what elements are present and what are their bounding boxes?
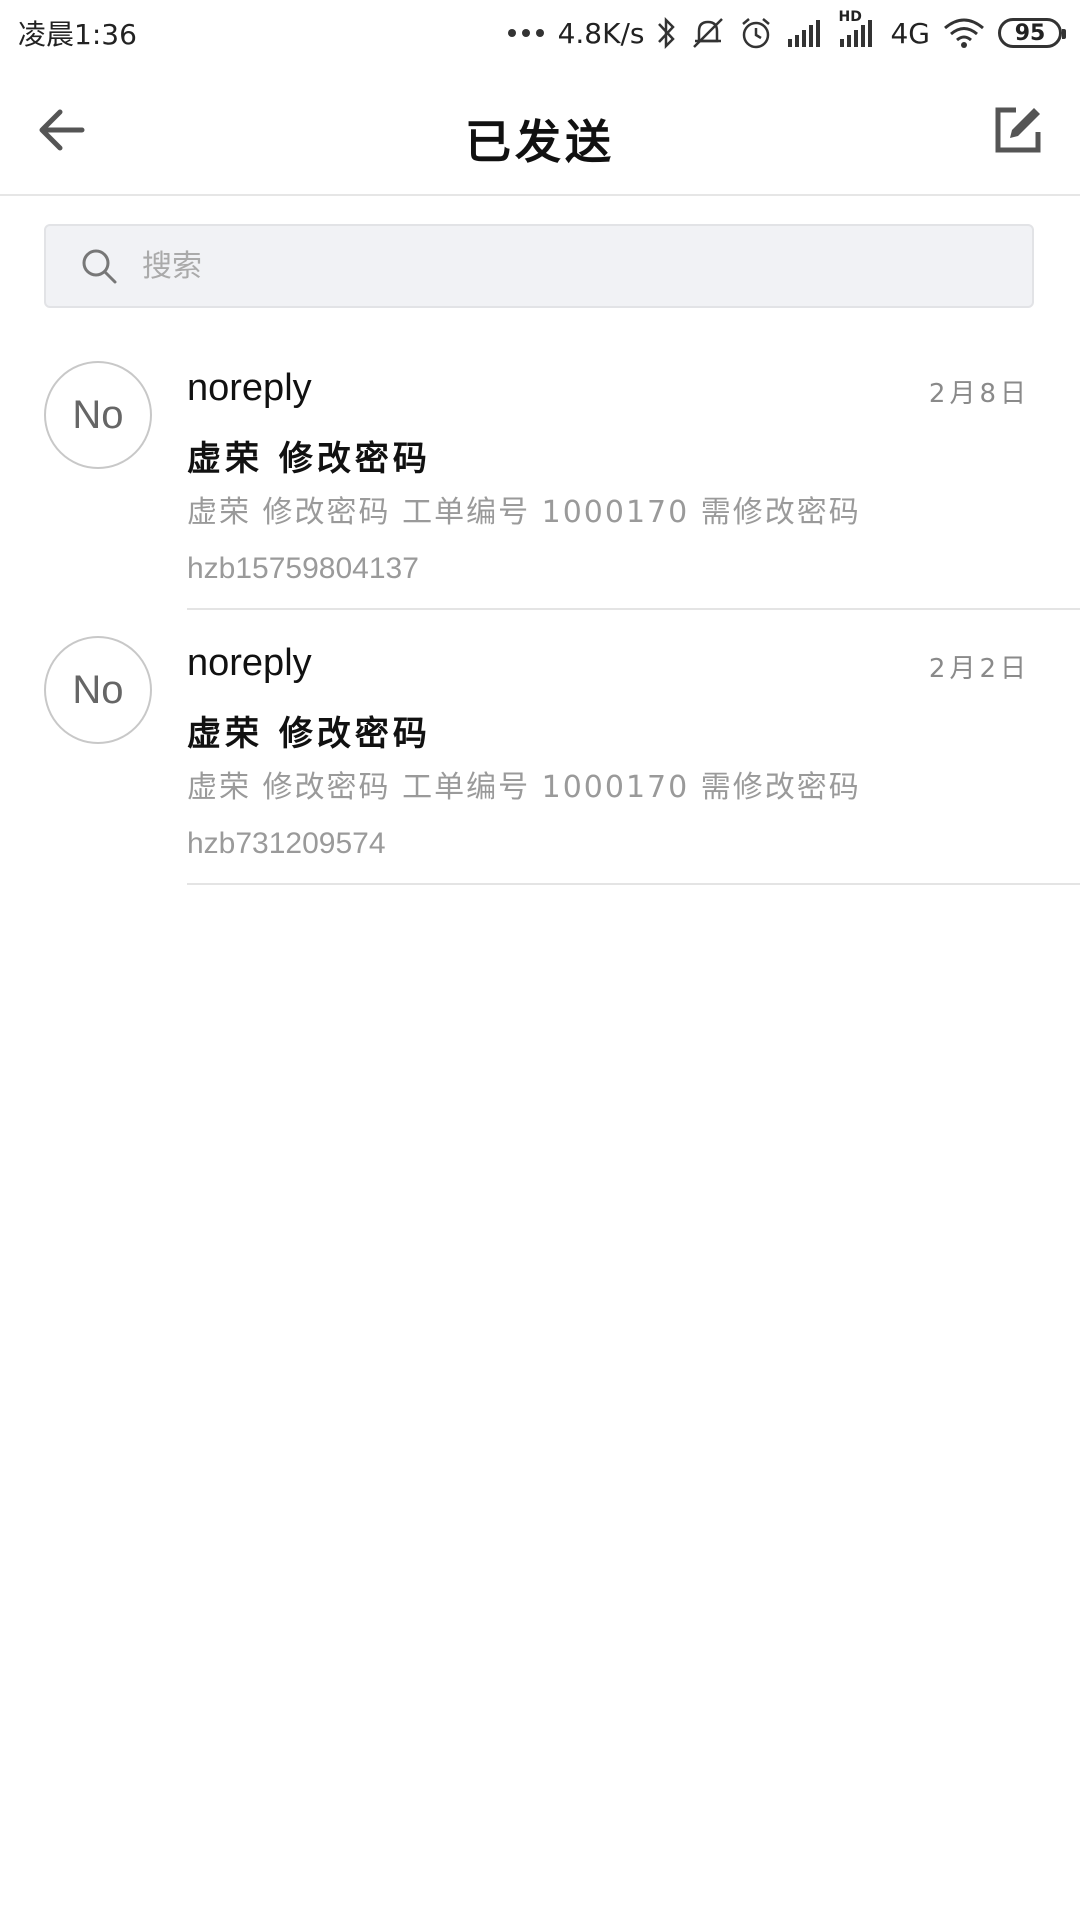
battery-icon: 95: [998, 18, 1066, 48]
search-input[interactable]: [140, 247, 1032, 285]
mail-preview-account: hzb731209574: [187, 827, 386, 860]
sender-name: noreply: [187, 642, 312, 684]
signal-label: HD: [838, 9, 862, 25]
mail-item[interactable]: No noreply 2月2日 虚荣 修改密码 虚荣 修改密码 工单编号 100…: [0, 610, 1080, 885]
network-speed: 4.8K/s: [557, 16, 645, 50]
compose-button[interactable]: [990, 104, 1046, 160]
mute-icon: [690, 13, 726, 53]
mail-subject: 虚荣 修改密码: [187, 714, 431, 754]
network-type: 4G: [890, 16, 930, 50]
mail-preview: 虚荣 修改密码 工单编号 1000170 需修改密码 hzb1575980413…: [187, 485, 1027, 597]
wifi-icon: [942, 13, 986, 53]
battery-level: 95: [1014, 20, 1046, 46]
avatar: No: [44, 636, 152, 744]
mail-content: noreply 2月8日 虚荣 修改密码 虚荣 修改密码 工单编号 100017…: [187, 335, 1080, 610]
mail-preview: 虚荣 修改密码 工单编号 1000170 需修改密码 hzb731209574: [187, 760, 1027, 872]
sender-name: noreply: [187, 367, 312, 409]
mail-item[interactable]: No noreply 2月8日 虚荣 修改密码 虚荣 修改密码 工单编号 100…: [0, 335, 1080, 610]
signal-icon: [786, 13, 826, 53]
app-header: 已发送: [0, 66, 1080, 196]
mail-preview-account: hzb15759804137: [187, 552, 419, 585]
mail-date: 2月8日: [928, 379, 1030, 409]
status-time: 凌晨1:36: [18, 18, 137, 51]
mail-content: noreply 2月2日 虚荣 修改密码 虚荣 修改密码 工单编号 100017…: [187, 610, 1080, 885]
compose-icon: [994, 106, 1042, 158]
mail-preview-line: 虚荣 修改密码 工单编号 1000170 需修改密码: [187, 495, 861, 530]
mail-list: No noreply 2月8日 虚荣 修改密码 虚荣 修改密码 工单编号 100…: [0, 335, 1080, 885]
search-bar[interactable]: [44, 224, 1034, 308]
hd-signal-icon: HD: [838, 9, 878, 53]
mail-preview-line: 虚荣 修改密码 工单编号 1000170 需修改密码: [187, 770, 861, 805]
mail-date: 2月2日: [928, 654, 1030, 684]
status-bar: 凌晨1:36 4.8K/s HD 4G 95: [0, 0, 1080, 66]
search-icon: [80, 247, 118, 285]
avatar: No: [44, 361, 152, 469]
mail-subject: 虚荣 修改密码: [187, 439, 431, 479]
bluetooth-icon: [656, 13, 678, 53]
dots-icon: [506, 13, 546, 53]
alarm-icon: [738, 13, 774, 53]
page-title: 已发送: [465, 115, 615, 169]
